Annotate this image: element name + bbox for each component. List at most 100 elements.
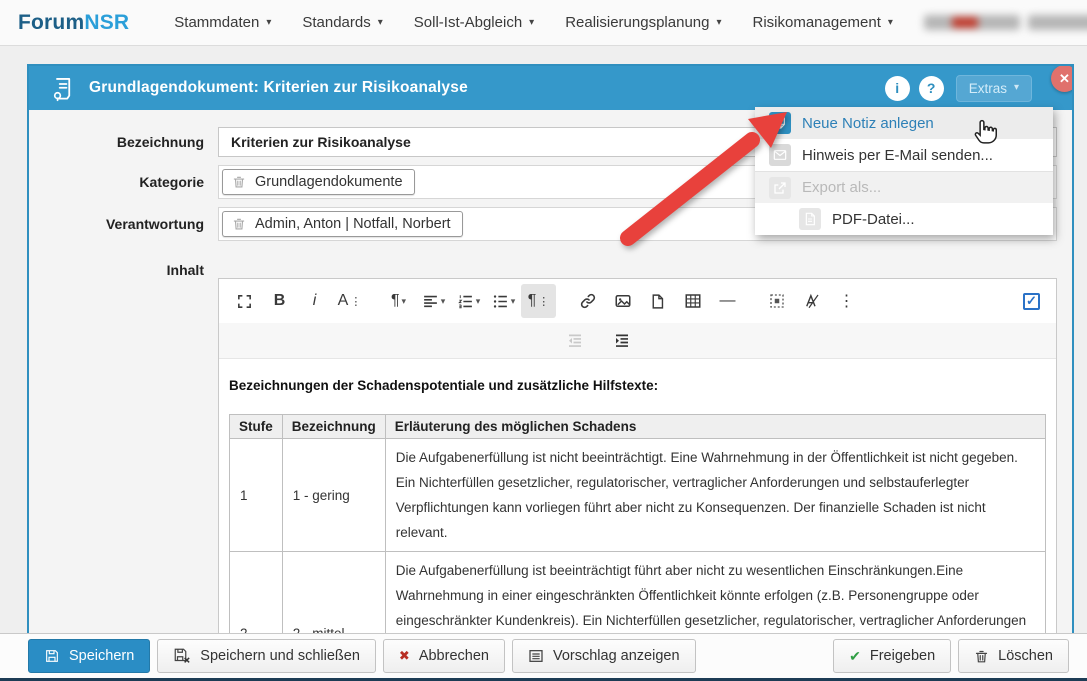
align-button[interactable]: ▾ bbox=[416, 284, 451, 318]
menu-item-label: Export als... bbox=[802, 179, 881, 196]
release-button[interactable]: ✔ Freigeben bbox=[833, 639, 951, 673]
nav-item-label: Risikomanagement bbox=[753, 14, 881, 31]
insert-file-button[interactable] bbox=[640, 284, 675, 318]
paragraph-format-button[interactable]: ¶▾ bbox=[381, 284, 416, 318]
italic-button[interactable]: i bbox=[297, 284, 332, 318]
menu-item-pdf-datei[interactable]: PDF-Datei... bbox=[755, 203, 1053, 235]
editor-content-area[interactable]: Bezeichnungen der Schadenspotentiale und… bbox=[219, 359, 1056, 633]
user-name-redacted bbox=[924, 15, 1020, 30]
delete-label: Löschen bbox=[998, 648, 1053, 664]
delete-button[interactable]: Löschen bbox=[958, 639, 1069, 673]
more-misc-button[interactable]: ⋮ bbox=[829, 284, 864, 318]
release-label: Freigeben bbox=[870, 648, 935, 664]
indent-button[interactable] bbox=[604, 324, 639, 358]
save-button[interactable]: Speichern bbox=[28, 639, 150, 673]
italic-icon: i bbox=[313, 292, 317, 310]
paragraph-style-button[interactable]: ¶⋮ bbox=[521, 284, 556, 318]
more-text-button[interactable]: A⋮ bbox=[332, 284, 367, 318]
verantwortung-label: Verantwortung bbox=[29, 216, 218, 232]
chevron-down-icon: ▾ bbox=[888, 18, 893, 28]
cell-stufe: 2 bbox=[230, 552, 283, 634]
nav-item-label: Realisierungsplanung bbox=[565, 14, 709, 31]
trash-icon[interactable] bbox=[232, 217, 246, 231]
nav-item-realisierungsplanung[interactable]: Realisierungsplanung ▾ bbox=[565, 14, 721, 31]
chevron-down-icon: ▾ bbox=[716, 18, 721, 28]
brand-logo[interactable]: ForumNSR bbox=[18, 11, 129, 35]
chevron-down-icon: ▾ bbox=[266, 18, 271, 28]
more-vertical-icon: ⋮ bbox=[839, 291, 855, 311]
info-button[interactable]: i bbox=[885, 76, 910, 101]
menu-item-hinweis-per-email[interactable]: Hinweis per E-Mail senden... bbox=[755, 139, 1053, 171]
column-header-bezeichnung: Bezeichnung bbox=[282, 415, 385, 439]
user-name-redacted-2 bbox=[1028, 15, 1087, 30]
inhalt-label: Inhalt bbox=[29, 249, 218, 278]
nav-item-label: Stammdaten bbox=[174, 14, 259, 31]
menu-item-export-als: Export als... bbox=[755, 171, 1053, 203]
brand-part2: NSR bbox=[84, 11, 129, 34]
cell-bezeichnung: 2 - mittel bbox=[282, 552, 385, 634]
release-check-icon: ✔ bbox=[849, 648, 861, 665]
top-navigation: ForumNSR Stammdaten ▾ Standards ▾ Soll-I… bbox=[0, 0, 1087, 46]
insert-image-button[interactable] bbox=[605, 284, 640, 318]
nav-item-standards[interactable]: Standards ▾ bbox=[302, 14, 382, 31]
kategorie-label: Kategorie bbox=[29, 174, 218, 190]
modal-header: Grundlagendokument: Kriterien zur Risiko… bbox=[29, 66, 1072, 110]
cell-stufe: 1 bbox=[230, 439, 283, 552]
save-and-close-button[interactable]: Speichern und schließen bbox=[157, 639, 376, 673]
table-row: 2 2 - mittel Die Aufgabenerfüllung ist b… bbox=[230, 552, 1046, 634]
kategorie-tag-chip[interactable]: Grundlagendokumente bbox=[222, 169, 415, 195]
verantwortung-tag-chip[interactable]: Admin, Anton | Notfall, Norbert bbox=[222, 211, 463, 237]
nav-item-soll-ist-abgleich[interactable]: Soll-Ist-Abgleich ▾ bbox=[414, 14, 534, 31]
user-menu[interactable]: (ADMINISTRATOR) ▾ bbox=[924, 15, 1087, 30]
info-icon: i bbox=[895, 80, 899, 96]
verantwortung-tag-label: Admin, Anton | Notfall, Norbert bbox=[255, 216, 451, 232]
nav-item-stammdaten[interactable]: Stammdaten ▾ bbox=[174, 14, 271, 31]
menu-item-label: Neue Notiz anlegen bbox=[802, 115, 934, 132]
fullscreen-button[interactable] bbox=[227, 284, 262, 318]
chevron-down-icon: ▾ bbox=[441, 297, 446, 306]
bezeichnung-label: Bezeichnung bbox=[29, 134, 218, 150]
chevron-down-icon: ▾ bbox=[529, 18, 534, 28]
trash-icon[interactable] bbox=[232, 175, 246, 189]
chevron-down-icon: ▾ bbox=[402, 297, 407, 306]
rich-text-editor: B i A⋮ ¶▾ ▾ ▾ ▾ ¶⋮ — ⋮ ✓ Bezeichnungen d… bbox=[218, 278, 1057, 633]
more-dots-icon: ⋮ bbox=[350, 295, 361, 308]
nav-item-label: Standards bbox=[302, 14, 370, 31]
unordered-list-button[interactable]: ▾ bbox=[486, 284, 521, 318]
cell-bezeichnung: 1 - gering bbox=[282, 439, 385, 552]
paragraph-icon: ¶ bbox=[528, 292, 537, 310]
close-button[interactable]: ✕ bbox=[1051, 65, 1074, 92]
editor-toolbar-row2 bbox=[219, 323, 1056, 359]
horizontal-rule-button[interactable]: — bbox=[710, 284, 745, 318]
column-header-erlaeuterung: Erläuterung des möglichen Schadens bbox=[385, 415, 1045, 439]
new-note-icon bbox=[769, 112, 791, 134]
suggestion-list-icon bbox=[528, 648, 544, 664]
menu-item-neue-notiz-anlegen[interactable]: Neue Notiz anlegen bbox=[755, 107, 1053, 139]
select-all-button[interactable] bbox=[759, 284, 794, 318]
more-dots-icon: ⋮ bbox=[538, 295, 549, 308]
cell-text-part1: Die Aufgabenerfüllung ist beeinträchtigt… bbox=[396, 563, 1026, 633]
checkbox-check-icon: ✓ bbox=[1026, 293, 1037, 309]
help-button[interactable]: ? bbox=[919, 76, 944, 101]
clear-formatting-button[interactable] bbox=[794, 284, 829, 318]
editor-toggle-checkbox[interactable]: ✓ bbox=[1023, 293, 1040, 310]
form-row-inhalt: Inhalt bbox=[29, 249, 1057, 278]
ordered-list-button[interactable]: ▾ bbox=[451, 284, 486, 318]
paragraph-icon: ¶ bbox=[391, 292, 400, 310]
cancel-label: Abbrechen bbox=[419, 648, 489, 664]
outdent-button[interactable] bbox=[557, 324, 592, 358]
insert-table-button[interactable] bbox=[675, 284, 710, 318]
table-header-row: Stufe Bezeichnung Erläuterung des möglic… bbox=[230, 415, 1046, 439]
extras-button[interactable]: Extras ▾ bbox=[956, 75, 1032, 102]
help-icon: ? bbox=[927, 80, 936, 96]
insert-link-button[interactable] bbox=[570, 284, 605, 318]
nav-item-risikomanagement[interactable]: Risikomanagement ▾ bbox=[753, 14, 893, 31]
chevron-down-icon: ▾ bbox=[511, 297, 516, 306]
show-suggestion-button[interactable]: Vorschlag anzeigen bbox=[512, 639, 696, 673]
pdf-file-icon bbox=[799, 208, 821, 230]
delete-trash-icon bbox=[974, 649, 989, 664]
cancel-button[interactable]: ✖ Abbrechen bbox=[383, 639, 505, 673]
export-icon bbox=[769, 177, 791, 199]
bold-button[interactable]: B bbox=[262, 284, 297, 318]
menu-item-label: Hinweis per E-Mail senden... bbox=[802, 147, 993, 164]
